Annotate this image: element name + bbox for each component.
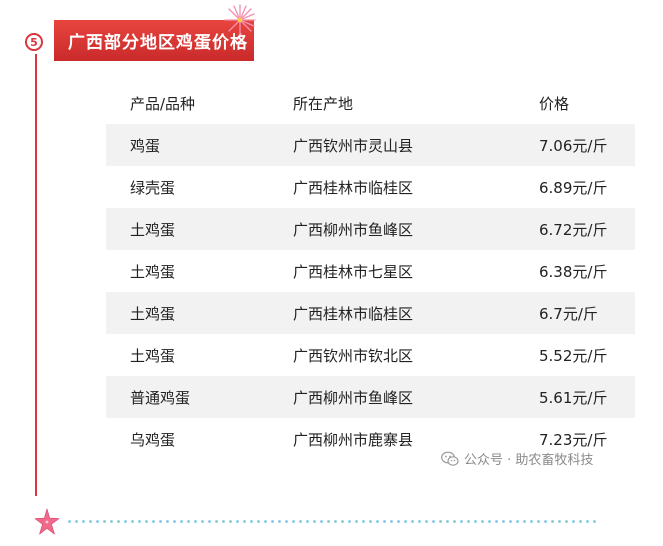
cell-product: 绿壳蛋 (130, 178, 176, 197)
cell-origin: 广西钦州市灵山县 (293, 136, 414, 155)
cell-price: 5.52元/斤 (539, 346, 608, 365)
cell-origin: 广西钦州市钦北区 (293, 346, 414, 365)
cell-product: 土鸡蛋 (130, 346, 176, 365)
table-row: 绿壳蛋 广西桂林市临桂区 6.89元/斤 (106, 166, 635, 208)
header-origin: 所在产地 (293, 94, 354, 113)
cell-product: 乌鸡蛋 (130, 430, 176, 449)
price-table: 产品/品种 所在产地 价格 鸡蛋 广西钦州市灵山县 7.06元/斤 绿壳蛋 广西… (106, 82, 635, 460)
cell-origin: 广西桂林市临桂区 (293, 304, 414, 323)
table-row: 普通鸡蛋 广西柳州市鱼峰区 5.61元/斤 (106, 376, 635, 418)
header-product: 产品/品种 (130, 94, 196, 113)
step-number-badge: 5 (25, 33, 43, 51)
cell-product: 土鸡蛋 (130, 262, 176, 281)
cell-price: 7.23元/斤 (539, 430, 608, 449)
cell-price: 6.89元/斤 (539, 178, 608, 197)
table-row: 土鸡蛋 广西桂林市七星区 6.38元/斤 (106, 250, 635, 292)
watermark-text: 公众号 · 助农畜牧科技 (464, 453, 594, 468)
cell-price: 6.7元/斤 (539, 304, 598, 323)
header-price: 价格 (539, 94, 570, 113)
table-header-row: 产品/品种 所在产地 价格 (106, 82, 635, 124)
cell-origin: 广西柳州市鱼峰区 (293, 220, 414, 239)
table-row: 土鸡蛋 广西钦州市钦北区 5.52元/斤 (106, 334, 635, 376)
section-title: 广西部分地区鸡蛋价格 (68, 33, 248, 53)
table-row: 鸡蛋 广西钦州市灵山县 7.06元/斤 (106, 124, 635, 166)
timeline-line (35, 54, 37, 496)
cell-product: 普通鸡蛋 (130, 388, 191, 407)
cell-origin: 广西柳州市鱼峰区 (293, 388, 414, 407)
cell-price: 6.38元/斤 (539, 262, 608, 281)
cell-origin: 广西桂林市七星区 (293, 262, 414, 281)
cell-origin: 广西柳州市鹿寨县 (293, 430, 414, 449)
watermark: 公众号 · 助农畜牧科技 (441, 449, 593, 468)
firework-icon (224, 4, 256, 36)
starfish-icon (34, 508, 60, 535)
cell-price: 6.72元/斤 (539, 220, 608, 239)
cell-origin: 广西桂林市临桂区 (293, 178, 414, 197)
cell-product: 鸡蛋 (130, 136, 161, 155)
wechat-icon (441, 451, 459, 466)
cell-price: 7.06元/斤 (539, 136, 608, 155)
cell-price: 5.61元/斤 (539, 388, 608, 407)
table-row: 土鸡蛋 广西桂林市临桂区 6.7元/斤 (106, 292, 635, 334)
cell-product: 土鸡蛋 (130, 304, 176, 323)
cell-product: 土鸡蛋 (130, 220, 176, 239)
table-row: 土鸡蛋 广西柳州市鱼峰区 6.72元/斤 (106, 208, 635, 250)
dotted-divider (66, 520, 600, 523)
